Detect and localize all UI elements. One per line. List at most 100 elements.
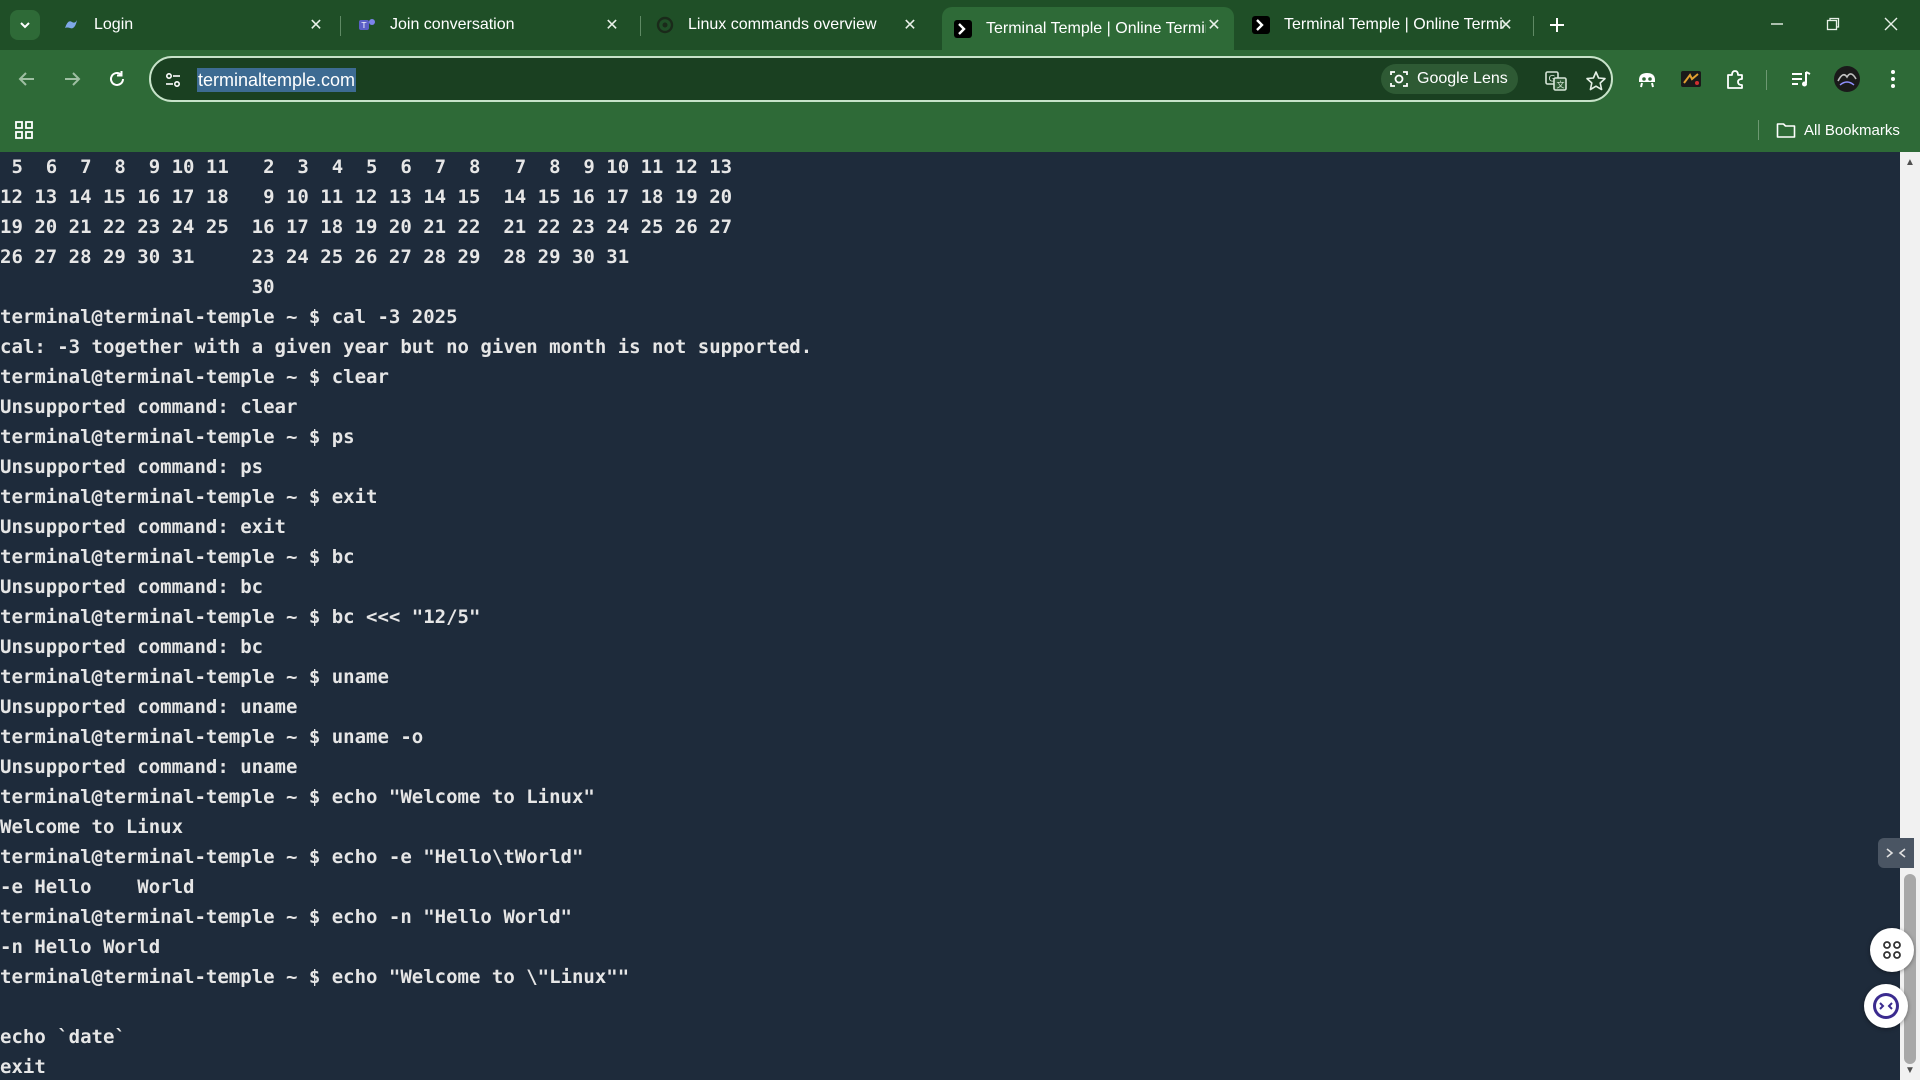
tab-title: Linux commands overview	[688, 16, 877, 33]
site-info-icon[interactable]	[161, 68, 185, 92]
translate-icon[interactable]: G文	[1543, 68, 1569, 94]
terminal-line: Unsupported command: bc	[0, 576, 264, 598]
media-control-icon[interactable]	[1786, 64, 1816, 94]
terminal-line: -e Hello World	[0, 876, 195, 898]
reload-button[interactable]	[100, 62, 134, 96]
new-tab-button[interactable]	[1542, 10, 1572, 40]
tab-strip: Login ✕ T Join conversation ✕ Linux comm…	[0, 0, 1920, 50]
tab-join-conversation[interactable]: T Join conversation ✕	[346, 7, 632, 43]
svg-text:文: 文	[1557, 80, 1565, 90]
reload-icon	[110, 71, 124, 86]
terminal-line: terminal@terminal-temple ~ $ echo -n "He…	[0, 906, 572, 928]
tab-title: Login	[94, 16, 134, 33]
terminal-line: exit	[0, 1056, 46, 1078]
puzzle-icon[interactable]	[1720, 64, 1750, 94]
terminal-line: terminal@terminal-temple ~ $ ps	[0, 426, 355, 448]
minimize-icon	[1771, 23, 1783, 25]
sidebar-collapse-button[interactable]	[1878, 838, 1914, 868]
chevron-down-icon	[20, 22, 30, 29]
copilot-icon	[62, 16, 80, 34]
close-icon[interactable]: ✕	[306, 15, 326, 35]
terminal-line: terminal@terminal-temple ~ $ uname	[0, 666, 389, 688]
terminal-line: terminal@terminal-temple ~ $ bc	[0, 546, 355, 568]
google-lens-button[interactable]: Google Lens	[1381, 64, 1518, 94]
restore-icon	[1826, 17, 1840, 31]
terminal-line: terminal@terminal-temple ~ $ exit	[0, 486, 378, 508]
tab-title: Terminal Temple | Online Termir	[986, 19, 1206, 37]
terminal-line: terminal@terminal-temple ~ $ cal -3 2025	[0, 306, 458, 328]
terminal-line: 12 13 14 15 16 17 18 9 10 11 12 13 14 15…	[0, 186, 733, 208]
folder-icon	[1776, 123, 1796, 138]
terminal-line: terminal@terminal-temple ~ $ uname -o	[0, 726, 424, 748]
terminal-line: terminal@terminal-temple ~ $ echo -e "He…	[0, 846, 584, 868]
scroll-up-arrow-icon[interactable]: ▲	[1904, 156, 1916, 168]
terminal-line: 26 27 28 29 30 31 23 24 25 26 27 28 29 2…	[0, 246, 630, 268]
bookmarks-divider	[1758, 120, 1759, 140]
back-button[interactable]	[10, 62, 44, 96]
terminal-line: Unsupported command: bc	[0, 636, 264, 658]
apps-grid-icon[interactable]	[12, 118, 36, 142]
arrow-right-icon	[65, 72, 81, 86]
google-lens-label: Google Lens	[1417, 70, 1508, 87]
tab-search-button[interactable]	[10, 10, 40, 40]
terminal-line: terminal@terminal-temple ~ $ bc <<< "12/…	[0, 606, 481, 628]
extension-icon[interactable]	[1676, 64, 1706, 94]
forward-button[interactable]	[55, 62, 89, 96]
terminal-line: Unsupported command: exit	[0, 516, 286, 538]
terminal-line: Unsupported command: ps	[0, 456, 264, 478]
tab-divider	[340, 16, 341, 36]
tab-title: Join conversation	[390, 16, 515, 33]
terminal-line: cal: -3 together with a given year but n…	[0, 336, 813, 358]
terminal-line: 5 6 7 8 9 10 11 2 3 4 5 6 7 8 7 8 9 10 1…	[0, 156, 733, 178]
tab-divider	[1533, 16, 1534, 36]
command-icon	[1883, 941, 1901, 959]
collapse-arrows-icon	[1886, 848, 1906, 858]
terminal-line: Welcome to Linux	[0, 816, 184, 838]
svg-text:T: T	[361, 21, 367, 30]
tab-login[interactable]: Login ✕	[50, 7, 336, 43]
bookmarks-bar: All Bookmarks	[0, 108, 1920, 152]
all-bookmarks-button[interactable]: All Bookmarks	[1776, 118, 1900, 142]
assistant-face-icon	[1873, 993, 1899, 1019]
terminal-line: echo `date`	[0, 1026, 126, 1048]
tab-divider	[640, 16, 641, 36]
terminal-line: Unsupported command: uname	[0, 696, 298, 718]
teams-icon: T	[358, 16, 376, 34]
terminal-line: Unsupported command: uname	[0, 756, 298, 778]
tab-terminal-temple-active[interactable]: Terminal Temple | Online Termir ✕	[942, 7, 1234, 50]
tab-title: Terminal Temple | Online Termir	[1284, 16, 1504, 33]
bookmark-star-icon[interactable]	[1583, 68, 1609, 94]
toolbar-divider	[1766, 70, 1767, 90]
terminal-output[interactable]: 5 6 7 8 9 10 11 2 3 4 5 6 7 8 7 8 9 10 1…	[0, 152, 1900, 1080]
close-icon[interactable]: ✕	[1496, 15, 1516, 35]
chatgpt-icon	[656, 16, 674, 34]
terminal-line: terminal@terminal-temple ~ $ echo "Welco…	[0, 966, 630, 988]
terminal-line: Unsupported command: clear	[0, 396, 298, 418]
scroll-down-arrow-icon[interactable]: ▼	[1904, 1064, 1916, 1076]
close-icon[interactable]: ✕	[602, 15, 622, 35]
address-bar[interactable]: terminaltemple.com Google Lens G文	[149, 56, 1613, 102]
terminal-line: terminal@terminal-temple ~ $ echo "Welco…	[0, 786, 595, 808]
close-icon[interactable]: ✕	[900, 15, 920, 35]
terminal-line: 19 20 21 22 23 24 25 16 17 18 19 20 21 2…	[0, 216, 733, 238]
assistant-button[interactable]	[1864, 984, 1908, 1028]
url-text[interactable]: terminaltemple.com	[197, 68, 357, 92]
terminal-line: -n Hello World	[0, 936, 161, 958]
minimize-button[interactable]	[1754, 6, 1800, 42]
close-icon[interactable]: ✕	[1204, 15, 1224, 35]
more-menu-icon[interactable]	[1878, 64, 1908, 94]
terminal-line: 30	[0, 276, 275, 298]
avatar[interactable]	[1832, 64, 1862, 94]
close-icon	[1884, 17, 1898, 31]
camera-lens-icon	[1390, 71, 1408, 87]
close-window-button[interactable]	[1868, 6, 1914, 42]
scrollbar-thumb[interactable]	[1904, 874, 1916, 1064]
quick-actions-button[interactable]	[1870, 928, 1914, 972]
plus-icon	[1550, 18, 1564, 32]
terminal-icon	[954, 19, 972, 38]
extension-icon[interactable]	[1632, 64, 1662, 94]
tab-terminal-temple[interactable]: Terminal Temple | Online Termir ✕	[1240, 7, 1526, 43]
tab-linux-commands[interactable]: Linux commands overview ✕	[644, 7, 930, 43]
restore-button[interactable]	[1810, 6, 1856, 42]
all-bookmarks-label: All Bookmarks	[1804, 121, 1900, 139]
